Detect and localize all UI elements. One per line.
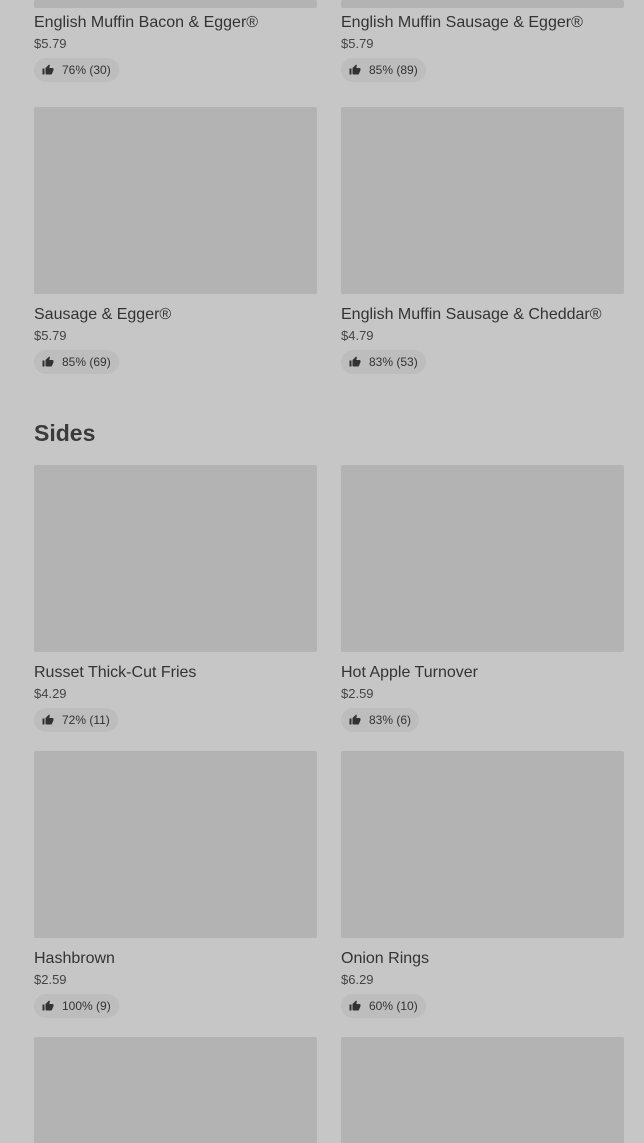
menu-item-card[interactable]: Hot Apple Turnover $2.59 83% (6) [341,465,624,732]
item-image [341,465,624,652]
item-image [341,1037,624,1143]
item-image [341,0,624,8]
rating-text: 100% (9) [62,999,111,1013]
item-price: $4.79 [341,328,374,343]
section-title-sides: Sides [34,420,96,446]
rating-text: 83% (6) [369,713,412,727]
item-rating-badge: 83% (6) [341,708,420,732]
item-image [34,0,317,8]
rating-text: 83% (53) [369,355,418,369]
menu-item-card[interactable]: Sausage & Egger® $5.79 85% (69) [34,107,317,374]
item-rating-badge: 76% (30) [34,58,119,82]
menu-item-card[interactable]: Onion Rings $6.29 60% (10) [341,751,624,1018]
item-rating-badge: 85% (89) [341,58,426,82]
item-price: $5.79 [34,36,67,51]
rating-text: 60% (10) [369,999,418,1013]
item-name: English Muffin Sausage & Egger® [341,14,583,31]
item-name: Onion Rings [341,950,430,967]
item-name: Hashbrown [34,950,115,967]
menu-item-card[interactable]: Hashbrown $2.59 100% (9) [34,751,317,1018]
item-rating-badge: 60% (10) [341,994,426,1018]
item-image [341,107,624,294]
item-price: $5.79 [341,36,374,51]
item-image [34,1037,317,1143]
item-rating-badge: 72% (11) [34,708,118,732]
item-price: $2.59 [341,686,374,701]
item-name: Russet Thick-Cut Fries [34,664,197,681]
thumbs-up-icon [42,64,54,75]
thumbs-up-icon [349,1000,361,1011]
thumbs-up-icon [349,64,361,75]
item-rating-badge: 85% (69) [34,350,119,374]
item-price: $6.29 [341,972,374,987]
thumbs-up-icon [349,356,361,367]
item-rating-badge: 83% (53) [341,350,426,374]
thumbs-up-icon [42,1000,54,1011]
item-name: Sausage & Egger® [34,306,172,323]
item-rating-badge: 100% (9) [34,994,119,1018]
thumbs-up-icon [42,356,54,367]
rating-text: 85% (89) [369,63,418,77]
menu-item-card[interactable]: English Muffin Sausage & Egger® $5.79 85… [341,0,624,82]
rating-text: 85% (69) [62,355,111,369]
menu-page: English Muffin Bacon & Egger® $5.79 76% … [0,0,644,1143]
rating-text: 72% (11) [62,713,110,727]
item-price: $5.79 [34,328,67,343]
rating-text: 76% (30) [62,63,111,77]
menu-item-card[interactable] [341,1037,624,1143]
thumbs-up-icon [349,714,361,725]
menu-item-card[interactable]: English Muffin Bacon & Egger® $5.79 76% … [34,0,317,82]
item-image [341,751,624,938]
menu-item-card[interactable]: English Muffin Sausage & Cheddar® $4.79 … [341,107,624,374]
item-image [34,465,317,652]
item-name: Hot Apple Turnover [341,664,478,681]
item-name: English Muffin Bacon & Egger® [34,14,259,31]
item-price: $4.29 [34,686,67,701]
item-image [34,751,317,938]
item-name: English Muffin Sausage & Cheddar® [341,306,602,323]
item-price: $2.59 [34,972,67,987]
menu-item-card[interactable] [34,1037,317,1143]
item-image [34,107,317,294]
thumbs-up-icon [42,714,54,725]
menu-item-card[interactable]: Russet Thick-Cut Fries $4.29 72% (11) [34,465,317,732]
